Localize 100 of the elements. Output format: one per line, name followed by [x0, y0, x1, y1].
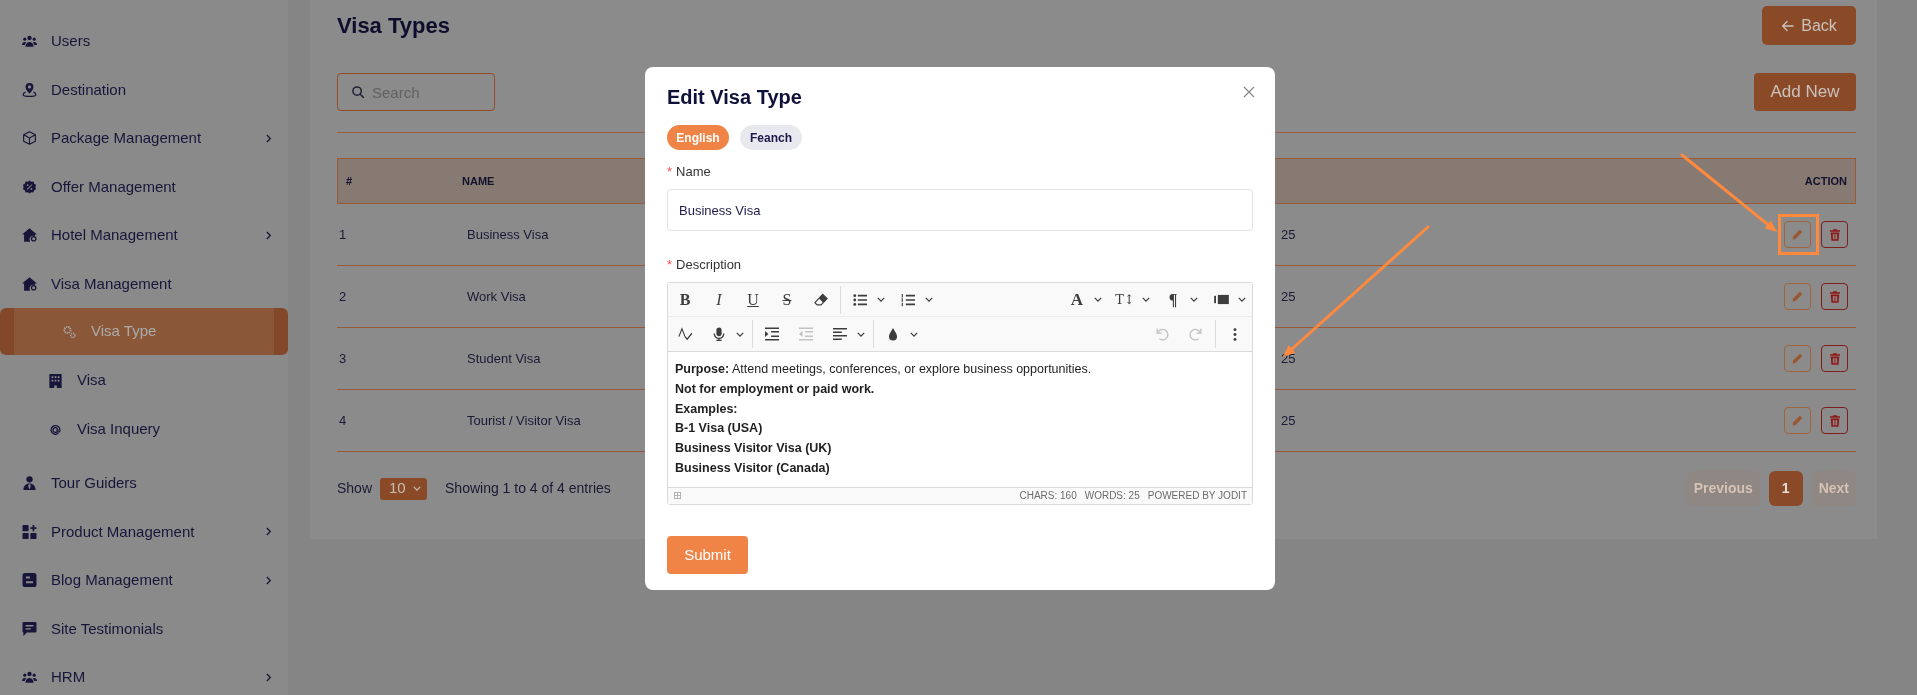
- name-input[interactable]: Business Visa: [667, 189, 1253, 231]
- sidebar-item[interactable]: Destination: [0, 65, 288, 114]
- delete-button[interactable]: [1821, 407, 1848, 434]
- column-header: NAME: [462, 173, 495, 189]
- sidebar-item[interactable]: Tour Guiders: [0, 459, 288, 508]
- table-cell-text: Student Visa: [467, 349, 541, 368]
- table-cell-text: 3: [339, 349, 347, 368]
- table-cell-text: Tourist / Visitor Visa: [467, 411, 581, 430]
- font-size-button[interactable]: T↕: [1108, 282, 1156, 317]
- microphone-icon: [712, 327, 726, 341]
- spellcheck-icon: [678, 327, 692, 341]
- trash-icon: [1829, 352, 1840, 365]
- delete-button[interactable]: [1821, 283, 1848, 310]
- caret-icon: [1190, 297, 1198, 302]
- caret-icon: [925, 297, 933, 302]
- sidebar-subitem[interactable]: Visa Type: [0, 308, 288, 355]
- pencil-icon: [1792, 229, 1803, 240]
- undo-icon: [1155, 327, 1169, 341]
- sidebar-item[interactable]: Users: [0, 17, 288, 66]
- users-icon: [22, 34, 37, 49]
- modal-title: Edit Visa Type: [667, 85, 802, 110]
- required-mark: *: [667, 163, 673, 182]
- table-cell-text: 25: [1281, 349, 1296, 368]
- back-button[interactable]: Back: [1762, 6, 1856, 45]
- cube-icon: [22, 131, 37, 146]
- delete-button[interactable]: [1821, 345, 1848, 372]
- editor-paragraph: B-1 Visa (USA): [675, 420, 764, 438]
- trash-icon: [1829, 414, 1840, 427]
- caret-icon: [1142, 297, 1150, 302]
- column-header: #: [346, 173, 353, 189]
- sidebar-item[interactable]: Site Testimonials: [0, 604, 288, 653]
- editor-paragraph: Purpose: Attend meetings, conferences, or explore business opportunities.: [675, 361, 1093, 378]
- sidebar-subitem[interactable]: Visa: [0, 357, 288, 404]
- paragraph-button[interactable]: ¶: [1156, 282, 1204, 317]
- caret-icon: [877, 297, 885, 302]
- table-cell-text: 25: [1281, 225, 1296, 244]
- sidebar-item[interactable]: Hotel Management: [0, 211, 288, 260]
- sidebar-item[interactable]: HRM: [0, 653, 288, 695]
- powered-by-link[interactable]: POWERED BY JODIT: [1147, 488, 1247, 504]
- edit-button[interactable]: [1784, 345, 1811, 372]
- table-cell-text: 25: [1281, 287, 1296, 306]
- outdent-icon: [799, 327, 813, 341]
- close-icon: [1243, 86, 1255, 98]
- chat-bubble-icon: [22, 621, 37, 636]
- bold-button[interactable]: B: [668, 282, 702, 317]
- underline-button[interactable]: U: [736, 282, 770, 317]
- entries-info: Showing 1 to 4 of 4 entries: [445, 479, 611, 498]
- pagination-button[interactable]: 1: [1768, 471, 1803, 506]
- sidebar-item[interactable]: Offer Management: [0, 162, 288, 211]
- submit-button[interactable]: Submit: [667, 535, 748, 574]
- highlight-box: [1778, 214, 1819, 255]
- editor-paragraph: Examples:: [675, 400, 739, 418]
- sidebar-item[interactable]: Blog Management: [0, 556, 288, 605]
- caret-icon: [1094, 297, 1102, 302]
- editor-content[interactable]: Purpose: Attend meetings, conferences, or explore business opportunities. Not for employment or paid work. Examples: B-1 Visa (USA) Business Visitor Visa (UK) Business Visitor (Canada): [668, 352, 1252, 487]
- editor-paragraph: Business Visitor Visa (UK): [675, 440, 833, 458]
- language-tab[interactable]: Feanch: [740, 125, 802, 150]
- arrow-left-icon: [1781, 19, 1795, 32]
- font-button[interactable]: A: [1060, 282, 1108, 317]
- chevron-right-icon: [266, 133, 272, 143]
- location-pin-icon: [22, 82, 37, 97]
- add-new-button[interactable]: Add New: [1754, 73, 1856, 111]
- italic-button[interactable]: I: [702, 282, 736, 317]
- table-cell-text: 4: [339, 411, 347, 430]
- close-button[interactable]: [1243, 86, 1255, 98]
- pencil-icon: [1792, 415, 1803, 426]
- chevron-right-icon: [266, 230, 272, 240]
- sidebar-item[interactable]: Visa Management: [0, 259, 288, 308]
- column-header: ACTION: [1804, 173, 1847, 189]
- edit-button[interactable]: [1784, 283, 1811, 310]
- sidebar-item[interactable]: Package Management: [0, 114, 288, 163]
- sidebar-item[interactable]: Product Management: [0, 507, 288, 556]
- align-left-icon: [833, 327, 847, 341]
- page-title: Visa Types: [337, 12, 450, 40]
- table-cell-text: 2: [339, 287, 347, 306]
- status-text: CHARS: 160: [1019, 489, 1077, 504]
- table-cell-text: 1: [339, 225, 347, 244]
- person-icon: [22, 476, 37, 491]
- building-icon: [49, 373, 62, 388]
- bulleted-list-icon: [853, 292, 867, 307]
- chevron-right-icon: [266, 672, 272, 682]
- sidebar-subitem[interactable]: Visa Inquery: [0, 406, 288, 453]
- grid-handle-icon: [674, 492, 681, 500]
- users-icon: [22, 670, 37, 685]
- required-mark: *: [667, 256, 673, 275]
- strikethrough-button[interactable]: S: [770, 282, 804, 317]
- search-icon: [352, 86, 364, 98]
- page-size-select[interactable]: 10: [380, 477, 428, 500]
- block-icon: [1213, 294, 1229, 305]
- field-label: Name: [676, 163, 711, 182]
- pencil-icon: [1792, 353, 1803, 364]
- trash-icon: [1829, 290, 1840, 303]
- editor-paragraph: Business Visitor (Canada): [675, 460, 831, 477]
- status-text: WORDS: 25: [1084, 489, 1140, 504]
- eraser-icon: [814, 292, 828, 307]
- language-tab[interactable]: English: [667, 125, 729, 150]
- edit-button[interactable]: [1784, 407, 1811, 434]
- edit-button[interactable]: [1784, 221, 1811, 248]
- house-icon: [22, 276, 37, 291]
- delete-button[interactable]: [1821, 221, 1848, 248]
